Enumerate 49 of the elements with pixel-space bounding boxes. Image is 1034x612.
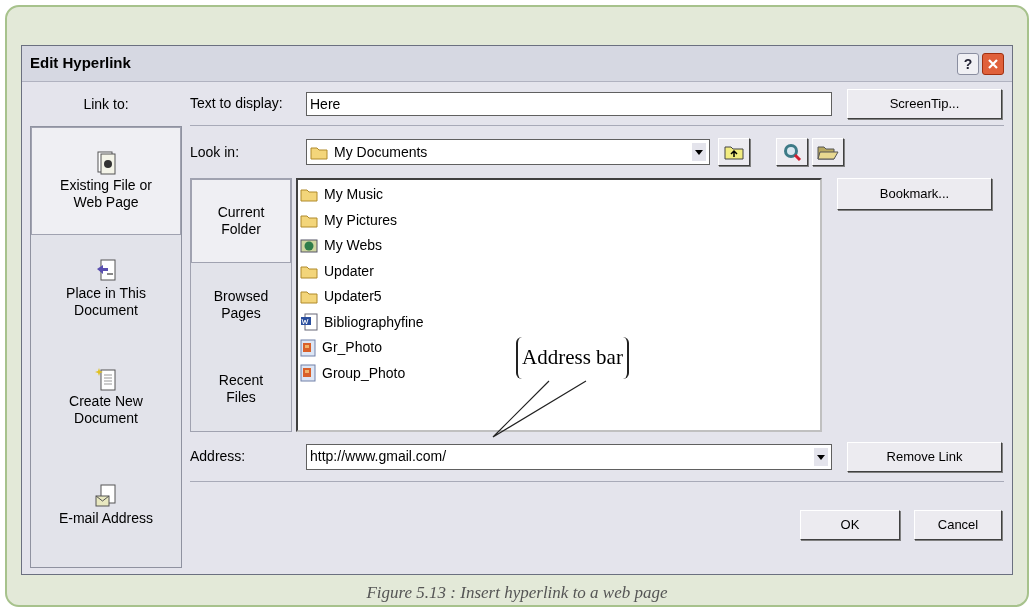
close-button[interactable]	[982, 52, 1004, 75]
word-document-icon	[300, 313, 318, 332]
envelope-document-icon	[95, 483, 117, 508]
look-in-dropdown[interactable]: My Documents	[306, 139, 710, 165]
search-web-button[interactable]	[776, 138, 808, 166]
address-label: Address:	[190, 447, 247, 466]
callout-label: Address bar	[516, 337, 629, 379]
image-file-icon	[300, 364, 316, 383]
new-document-icon	[95, 367, 117, 391]
browse-tab[interactable]: Browsed Pages	[191, 263, 291, 347]
look-in-label: Look in:	[190, 142, 241, 162]
file-list-item[interactable]: Bibliographyfine	[300, 309, 424, 335]
file-list-item[interactable]: My Music	[300, 182, 384, 208]
file-list-item[interactable]: Updater5	[300, 284, 382, 310]
link-to-label: Link to:	[82, 94, 130, 114]
folder-icon	[300, 187, 318, 203]
file-list-item[interactable]: Group_Photo	[300, 360, 406, 386]
screentip-button[interactable]: ScreenTip...	[847, 88, 1002, 119]
up-folder-icon	[724, 144, 744, 160]
document-arrow-icon	[95, 259, 117, 283]
ok-button[interactable]: OK	[800, 509, 900, 540]
bookmark-button[interactable]: Bookmark...	[837, 178, 992, 210]
figure-caption: Figure 5.13 : Insert hyperlink to a web page	[366, 581, 668, 604]
browse-tab[interactable]: Current Folder	[191, 179, 291, 263]
file-list-item[interactable]: Updater	[300, 258, 374, 284]
remove-link-button[interactable]: Remove Link	[847, 441, 1002, 472]
help-button[interactable]: ?	[957, 52, 979, 75]
folder-icon	[310, 144, 328, 160]
folder-icon	[300, 289, 318, 305]
close-icon	[987, 57, 999, 70]
text-to-display-field[interactable]: Here	[306, 91, 832, 116]
folder-icon	[300, 263, 318, 279]
window-title: Edit Hyperlink	[30, 53, 131, 74]
link-type-option[interactable]: Existing File or Web Page	[31, 127, 181, 235]
link-type-option[interactable]: Place in This Document	[31, 235, 181, 343]
link-type-option[interactable]: Create New Document	[31, 343, 181, 451]
up-folder-button[interactable]	[718, 138, 750, 166]
file-list-item[interactable]: Gr_Photo	[300, 335, 382, 361]
file-list-item[interactable]: My Webs	[300, 233, 383, 259]
cancel-button[interactable]: Cancel	[914, 509, 1002, 540]
browse-tab[interactable]: Recent Files	[191, 347, 291, 431]
image-file-icon	[300, 338, 316, 357]
open-folder-icon	[817, 143, 839, 161]
address-field[interactable]: http://www.gmail.com/	[306, 443, 832, 470]
text-to-display-label: Text to display:	[190, 94, 284, 113]
link-type-option[interactable]: E-mail Address	[31, 451, 181, 559]
file-list-item[interactable]: My Pictures	[300, 207, 398, 233]
folder-icon	[300, 212, 318, 228]
browse-file-button[interactable]	[812, 138, 844, 166]
